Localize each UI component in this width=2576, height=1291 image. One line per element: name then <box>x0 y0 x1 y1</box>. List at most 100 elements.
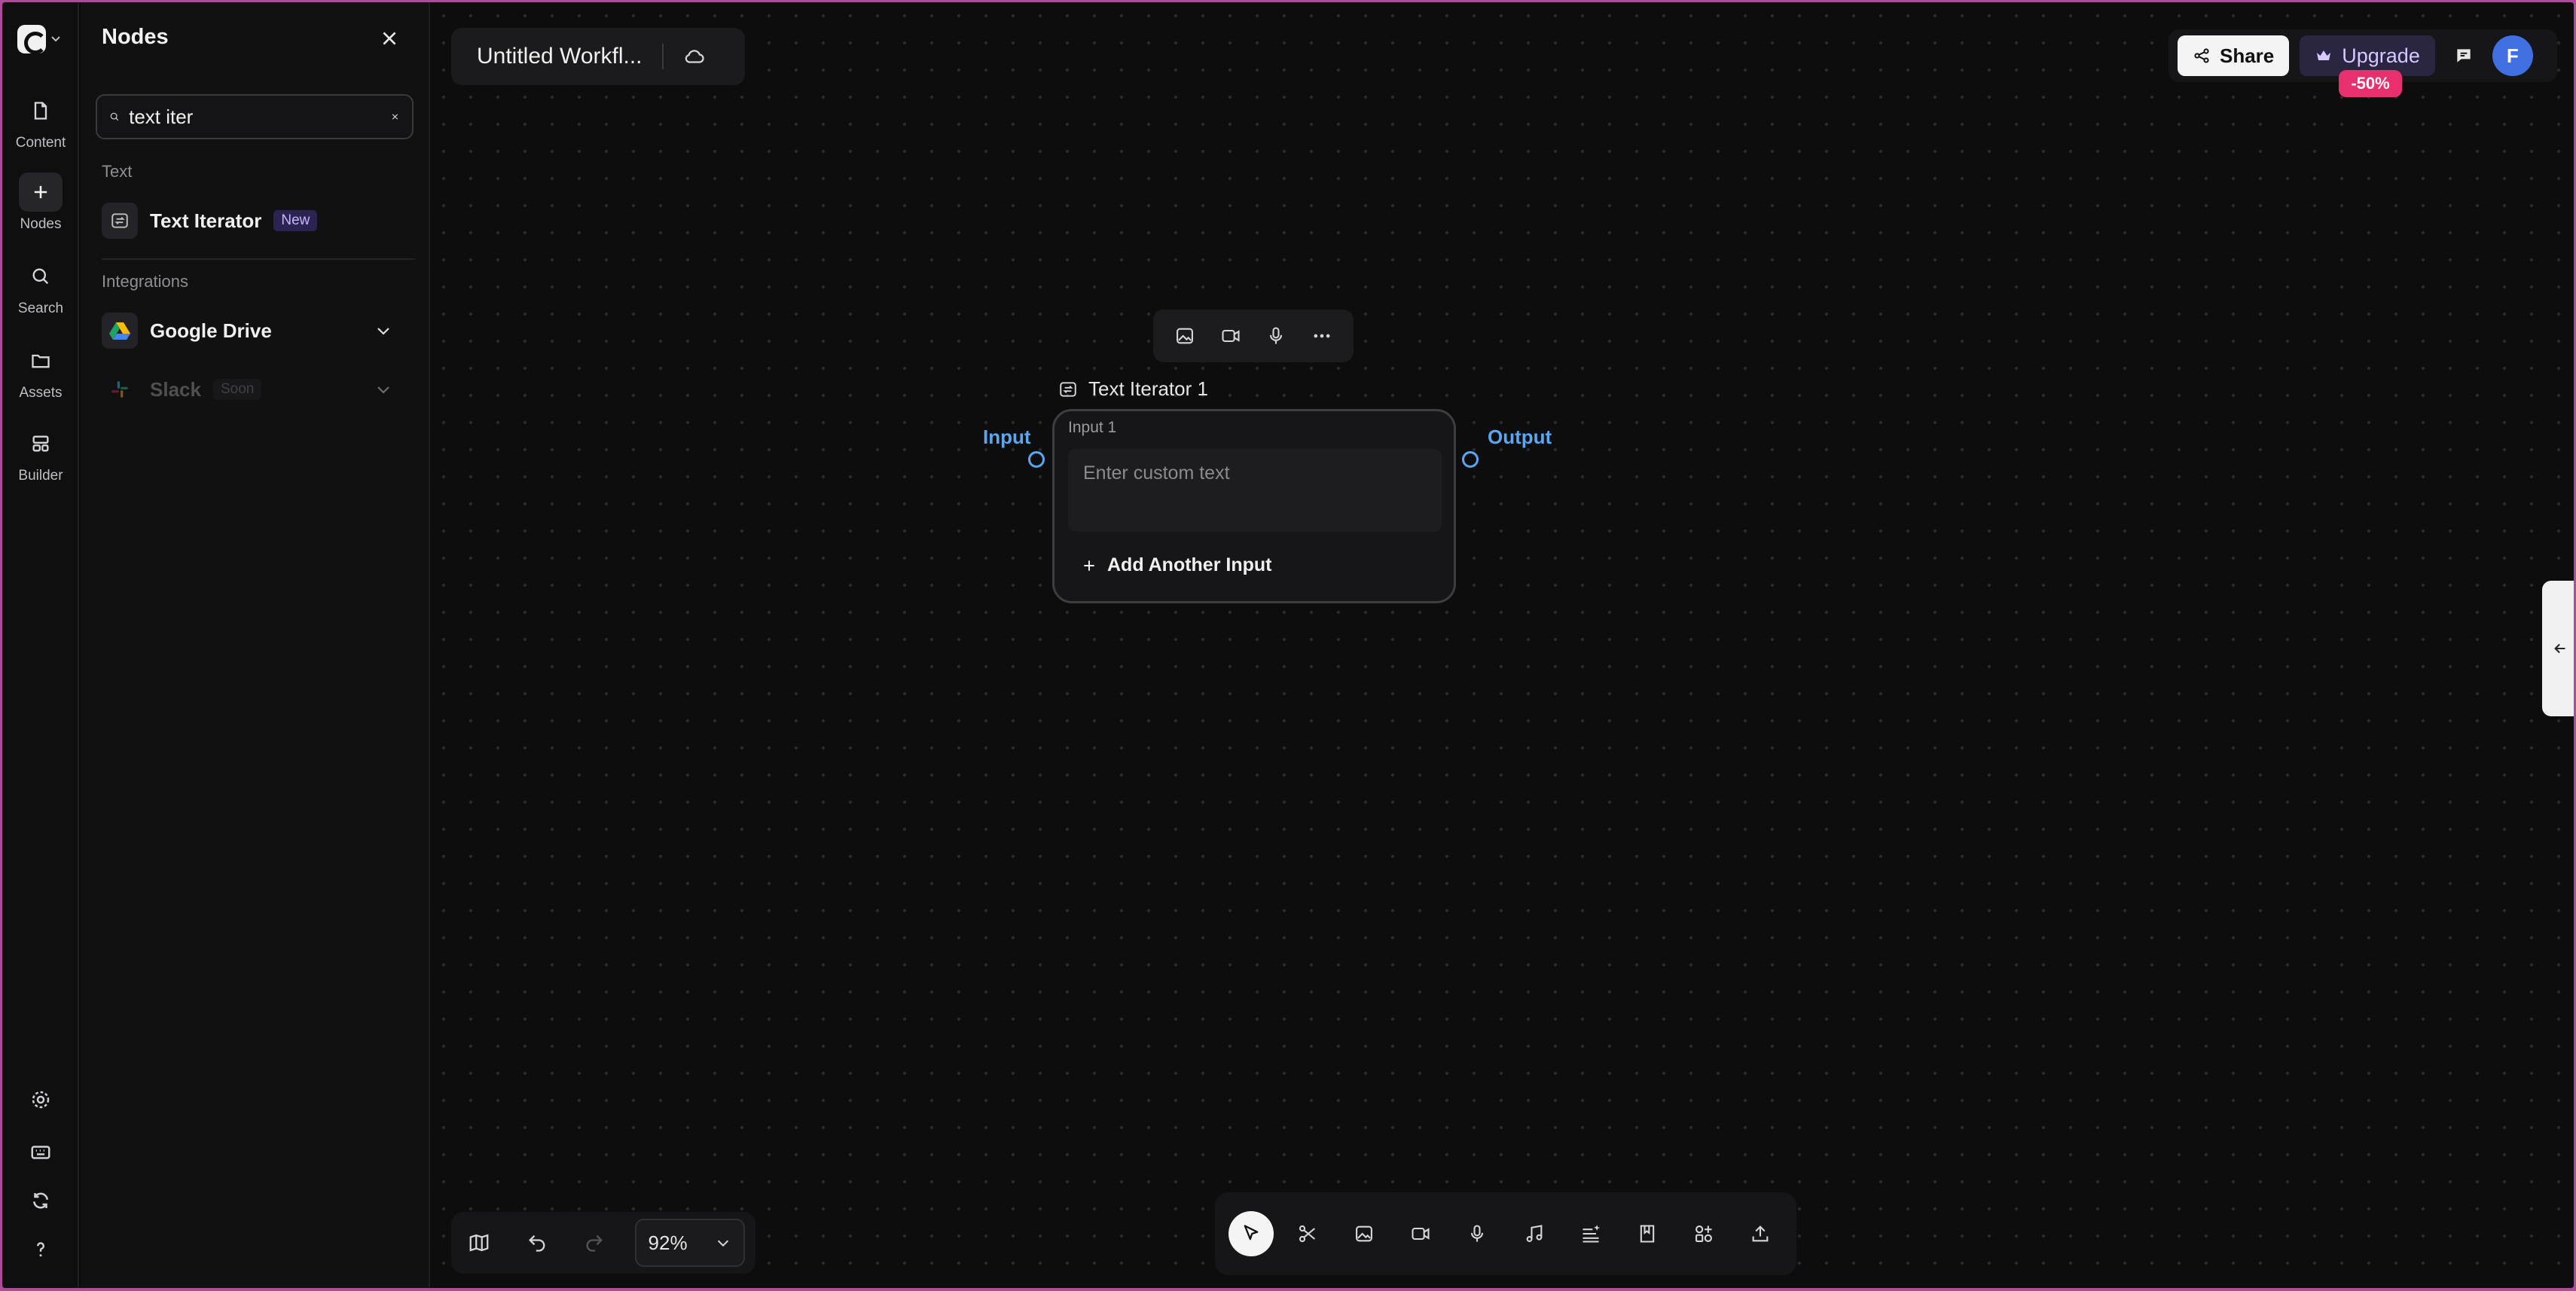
share-button[interactable]: Share <box>2178 35 2290 76</box>
settings-icon <box>32 1091 50 1109</box>
section-label-integrations: Integrations <box>102 272 188 291</box>
left-rail: Content Nodes Search Assets Builder <box>2 2 79 1288</box>
integration-label: Slack <box>150 377 201 401</box>
integration-google-drive[interactable]: Google Drive <box>102 310 411 352</box>
refresh-button[interactable] <box>2 1189 79 1212</box>
keyboard-icon <box>31 1146 50 1159</box>
rail-item-assets[interactable]: Assets <box>2 341 79 401</box>
app-logo[interactable] <box>17 23 66 55</box>
video-tool[interactable] <box>1398 1211 1443 1256</box>
keyboard-button[interactable] <box>2 1141 79 1164</box>
folder-icon <box>19 341 63 380</box>
iterator-icon <box>1060 381 1076 397</box>
cut-tool[interactable] <box>1285 1211 1330 1256</box>
map-icon <box>469 1234 489 1252</box>
rail-label: Assets <box>19 385 63 401</box>
rail-label: Builder <box>18 468 63 484</box>
upgrade-label: Upgrade <box>2342 44 2420 67</box>
redo-icon <box>586 1235 603 1252</box>
title-divider <box>661 44 664 69</box>
shapes-icon <box>1695 1225 1712 1242</box>
video-icon <box>1222 329 1240 343</box>
layout-icon <box>19 424 63 463</box>
cursor-icon <box>1244 1225 1259 1241</box>
refresh-icon <box>33 1192 48 1209</box>
close-icon <box>383 32 396 45</box>
share-label: Share <box>2220 44 2275 67</box>
expand-slack <box>371 377 395 401</box>
comment-icon <box>2457 49 2471 63</box>
settings-button[interactable] <box>2 1088 79 1111</box>
add-another-input-button[interactable]: Add Another Input <box>1082 554 1271 576</box>
clear-search-icon[interactable] <box>390 108 400 125</box>
image-tool[interactable] <box>1341 1211 1387 1256</box>
export-tool[interactable] <box>1738 1211 1783 1256</box>
chevron-down-icon <box>377 386 389 394</box>
chevron-down-icon <box>717 1240 729 1247</box>
output-port-label: Output <box>1488 426 1552 448</box>
note-tool[interactable] <box>1625 1211 1670 1256</box>
note-icon <box>1640 1225 1654 1243</box>
search-icon <box>110 112 119 121</box>
help-icon <box>36 1242 44 1257</box>
search-input[interactable] <box>129 105 382 129</box>
rail-item-nodes[interactable]: Nodes <box>2 172 79 233</box>
close-panel-button[interactable] <box>374 23 404 53</box>
google-drive-icon <box>102 313 138 349</box>
audio-tool[interactable] <box>1454 1211 1500 1256</box>
output-port[interactable] <box>1462 451 1479 468</box>
comments-button[interactable] <box>2446 38 2482 74</box>
right-drawer-toggle[interactable] <box>2542 581 2574 716</box>
integration-label: Google Drive <box>150 319 272 342</box>
image-icon <box>1177 328 1194 344</box>
cloud-icon[interactable] <box>683 45 706 68</box>
new-badge: New <box>273 210 318 231</box>
logo-icon <box>17 25 47 54</box>
image-icon <box>1356 1225 1373 1242</box>
text-iterator-node[interactable]: Input 1 Enter custom text Add Another In… <box>1052 409 1456 603</box>
input-port-label: Input <box>983 426 1031 448</box>
section-divider <box>102 258 415 260</box>
more-options-button[interactable] <box>1304 318 1340 354</box>
node-item-text-iterator[interactable]: Text Iterator New <box>102 200 411 242</box>
node-toolbar <box>1153 310 1354 362</box>
document-icon <box>19 91 63 130</box>
upload-icon <box>1752 1225 1769 1242</box>
workflow-title[interactable]: Untitled Workfl... <box>477 44 642 69</box>
plus-icon <box>1084 560 1094 571</box>
add-video-button[interactable] <box>1213 318 1249 354</box>
undo-icon <box>528 1235 545 1252</box>
node-search <box>96 94 414 139</box>
workflow-canvas[interactable] <box>430 2 2574 1288</box>
text-tool[interactable] <box>1568 1211 1613 1256</box>
rail-item-search[interactable]: Search <box>2 257 79 317</box>
rail-item-builder[interactable]: Builder <box>2 424 79 484</box>
microphone-icon <box>1270 327 1283 344</box>
search-icon <box>19 257 63 296</box>
section-label-text: Text <box>102 162 133 181</box>
text-sparkle-icon <box>1583 1225 1600 1243</box>
user-avatar[interactable]: F <box>2492 35 2533 76</box>
nodes-panel: Nodes Text Text Iterator New Integration… <box>81 2 430 1288</box>
select-tool[interactable] <box>1228 1211 1274 1256</box>
help-button[interactable] <box>2 1238 79 1260</box>
video-icon <box>1412 1227 1430 1241</box>
expand-google-drive[interactable] <box>371 319 395 343</box>
canvas-controls: 92% <box>451 1212 755 1274</box>
workflow-title-bar: Untitled Workfl... <box>451 28 745 85</box>
input-label: Input 1 <box>1068 419 1117 436</box>
undo-button[interactable] <box>520 1225 555 1261</box>
slack-icon <box>102 371 138 407</box>
redo-button[interactable] <box>577 1225 612 1261</box>
minimap-button[interactable] <box>462 1225 497 1261</box>
nodes-tool[interactable] <box>1681 1211 1726 1256</box>
add-audio-button[interactable] <box>1258 318 1294 354</box>
custom-text-input[interactable]: Enter custom text <box>1068 449 1442 532</box>
music-tool[interactable] <box>1512 1211 1557 1256</box>
rail-label: Content <box>15 135 66 151</box>
node-title[interactable]: Text Iterator 1 <box>1058 377 1208 401</box>
rail-item-content[interactable]: Content <box>2 91 79 151</box>
input-port[interactable] <box>1028 451 1045 468</box>
add-image-button[interactable] <box>1167 318 1203 354</box>
zoom-select[interactable]: 92% <box>634 1219 746 1267</box>
